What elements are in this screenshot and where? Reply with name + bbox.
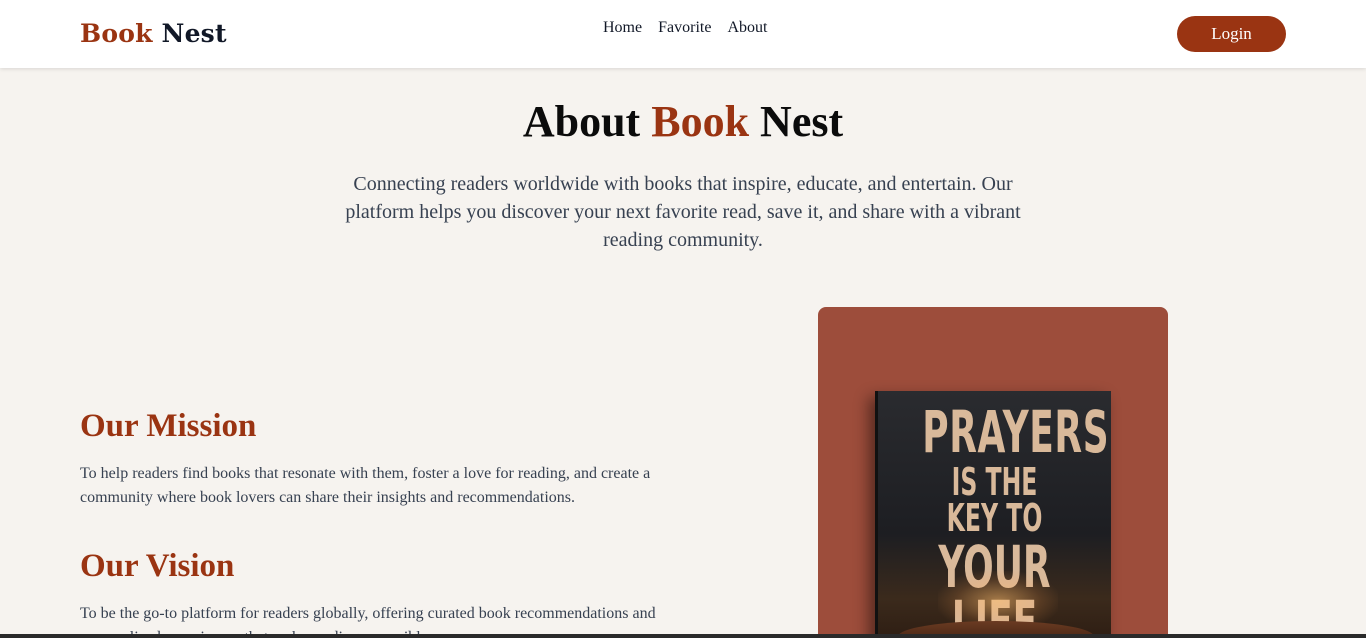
bottom-edge — [0, 634, 1366, 638]
nav-links: Home Favorite About — [603, 19, 767, 37]
mission-text: To help readers find books that resonate… — [80, 465, 651, 506]
brand-logo[interactable]: Book Nest — [80, 19, 227, 48]
nav-link-favorite[interactable]: Favorite — [658, 19, 711, 37]
book-title-line2: IS THE KEY TO — [946, 460, 1043, 541]
brand-part-book: Book — [80, 19, 153, 48]
brand-part-nest: Nest — [161, 19, 227, 48]
nav-link-about[interactable]: About — [727, 19, 767, 37]
navbar: Book Nest Home Favorite About Login — [0, 0, 1366, 68]
title-nest: Nest — [760, 97, 844, 146]
book-title-line1: PRAYERS — [922, 398, 1110, 466]
nav-link-home[interactable]: Home — [603, 19, 642, 37]
hero-description: Connecting readers worldwide with books … — [345, 173, 1021, 251]
book-cover-image: PRAYERS IS THE KEY TO YOUR LIFE — [875, 391, 1111, 638]
mission-title: Our Mission — [80, 408, 257, 444]
login-button[interactable]: Login — [1177, 16, 1286, 52]
title-book: Book — [651, 97, 750, 146]
vision-title: Our Vision — [80, 548, 235, 584]
vision-text: To be the go-to platform for readers glo… — [80, 605, 656, 638]
about-image: PRAYERS IS THE KEY TO YOUR LIFE — [818, 307, 1168, 638]
title-about: About — [522, 97, 641, 146]
page-title: About Book Nest — [0, 96, 1366, 147]
